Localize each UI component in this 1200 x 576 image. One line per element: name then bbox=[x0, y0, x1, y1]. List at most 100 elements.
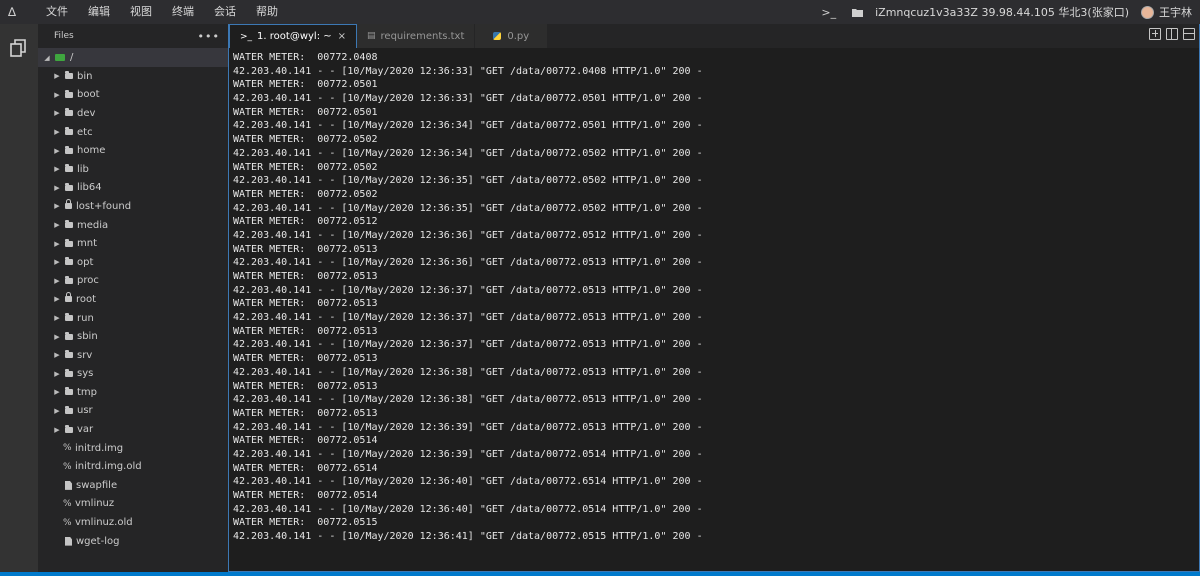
menu-session[interactable]: 会话 bbox=[204, 0, 246, 24]
terminal-line: WATER METER: 00772.0515 bbox=[233, 517, 378, 529]
terminal-line: 42.203.40.141 - - [10/May/2020 12:36:33]… bbox=[233, 65, 703, 77]
chevron-right-icon[interactable]: ▶ bbox=[52, 277, 62, 285]
menu-view[interactable]: 视图 bbox=[120, 0, 162, 24]
document-icon: ▤ bbox=[367, 31, 376, 41]
tree-item[interactable]: ▶ media bbox=[38, 216, 228, 235]
folder-icon bbox=[65, 238, 73, 247]
tree-item[interactable]: ▶ home bbox=[38, 141, 228, 160]
tree-item-label: dev bbox=[77, 107, 96, 119]
more-icon[interactable]: ••• bbox=[198, 30, 220, 43]
menu-help[interactable]: 帮助 bbox=[246, 0, 288, 24]
tree-root[interactable]: ◢ / bbox=[38, 48, 228, 67]
folder-icon bbox=[65, 313, 73, 322]
terminal-line: WATER METER: 00772.0502 bbox=[233, 188, 378, 200]
chevron-right-icon[interactable]: ▶ bbox=[52, 128, 62, 136]
tree-item[interactable]: ▶ opt bbox=[38, 253, 228, 272]
chevron-down-icon[interactable]: ◢ bbox=[42, 54, 52, 62]
tree-item[interactable]: ▶ tmp bbox=[38, 383, 228, 402]
chevron-right-icon[interactable]: ▶ bbox=[52, 165, 62, 173]
terminal-line: WATER METER: 00772.0514 bbox=[233, 490, 378, 501]
terminal-line: 42.203.40.141 - - [10/May/2020 12:36:38]… bbox=[233, 394, 703, 406]
tab-0-py[interactable]: 0.py bbox=[475, 24, 549, 48]
chevron-right-icon[interactable]: ▶ bbox=[52, 109, 62, 117]
menu-file[interactable]: 文件 bbox=[36, 0, 78, 24]
split-vertical-icon[interactable] bbox=[1183, 28, 1195, 40]
terminal-line: 42.203.40.141 - - [10/May/2020 12:36:34]… bbox=[233, 147, 703, 159]
python-icon bbox=[493, 32, 502, 40]
tree-item[interactable]: ▶ var bbox=[38, 420, 228, 439]
terminal-line: 42.203.40.141 - - [10/May/2020 12:36:36]… bbox=[233, 257, 703, 269]
link-icon: % bbox=[63, 443, 72, 454]
tree-item[interactable]: ▶ dev bbox=[38, 104, 228, 123]
tree-item[interactable]: ▶ sys bbox=[38, 365, 228, 384]
tree-item[interactable]: wget-log bbox=[38, 532, 228, 551]
tree-item[interactable]: ▶ root bbox=[38, 290, 228, 309]
tree-item[interactable]: swapfile bbox=[38, 476, 228, 495]
tree-item[interactable]: ▶ srv bbox=[38, 346, 228, 365]
chevron-right-icon[interactable]: ▶ bbox=[52, 258, 62, 266]
tree-item[interactable]: % initrd.img.old bbox=[38, 457, 228, 476]
close-icon[interactable]: × bbox=[338, 31, 346, 42]
tree-item[interactable]: ▶ run bbox=[38, 309, 228, 328]
user-name[interactable]: 王宇林 bbox=[1159, 4, 1192, 20]
tree-item[interactable]: ▶ boot bbox=[38, 86, 228, 105]
status-bar bbox=[0, 572, 1200, 576]
folder-icon bbox=[65, 164, 73, 173]
tree-item[interactable]: ▶ usr bbox=[38, 402, 228, 421]
chevron-right-icon[interactable]: ▶ bbox=[52, 184, 62, 192]
link-icon: % bbox=[63, 461, 72, 472]
tree-item[interactable]: ▶ lib bbox=[38, 160, 228, 179]
chevron-right-icon[interactable]: ▶ bbox=[52, 426, 62, 434]
terminal-line: WATER METER: 00772.0501 bbox=[233, 106, 378, 118]
terminal-output[interactable]: WATER METER: 00772.0408 42.203.40.141 - -… bbox=[233, 51, 1195, 571]
chevron-right-icon[interactable]: ▶ bbox=[52, 370, 62, 378]
chevron-right-icon[interactable]: ▶ bbox=[52, 333, 62, 341]
chevron-right-icon[interactable]: ▶ bbox=[52, 295, 62, 303]
tree-item-label: home bbox=[77, 145, 106, 157]
tree-item[interactable]: ▶ proc bbox=[38, 272, 228, 291]
tree-item-label: initrd.img bbox=[75, 442, 124, 454]
tree-item-label: root bbox=[76, 293, 97, 305]
app-logo-icon[interactable]: ∆ bbox=[0, 0, 24, 24]
chevron-right-icon[interactable]: ▶ bbox=[52, 407, 62, 415]
chevron-right-icon[interactable]: ▶ bbox=[52, 240, 62, 248]
tree-item[interactable]: % vmlinuz.old bbox=[38, 513, 228, 532]
menu-edit[interactable]: 编辑 bbox=[78, 0, 120, 24]
file-tree: ▶ bin ▶ boot ▶ dev ▶ etc ▶ home ▶ lib ▶ lib64 ▶ lost+fo… bbox=[38, 67, 228, 550]
menu-terminal[interactable]: 终端 bbox=[162, 0, 204, 24]
tab-requirements[interactable]: ▤ requirements.txt bbox=[357, 24, 476, 48]
menubar-right: >_ iZmnqcuz1v3a33Z 39.98.44.105 华北3(张家口)… bbox=[811, 0, 1200, 24]
tree-item[interactable]: ▶ bin bbox=[38, 67, 228, 86]
chevron-right-icon[interactable]: ▶ bbox=[52, 351, 62, 359]
new-terminal-icon[interactable] bbox=[1149, 28, 1161, 40]
tree-item[interactable]: ▶ lib64 bbox=[38, 179, 228, 198]
chevron-right-icon[interactable]: ▶ bbox=[52, 91, 62, 99]
chevron-right-icon[interactable]: ▶ bbox=[52, 221, 62, 229]
server-info[interactable]: iZmnqcuz1v3a33Z 39.98.44.105 华北3(张家口) bbox=[875, 4, 1129, 20]
tree-item-label: var bbox=[77, 424, 94, 436]
terminal-line: WATER METER: 00772.0513 bbox=[233, 407, 378, 419]
tab-terminal[interactable]: >_ 1. root@wyl: ~ × bbox=[229, 24, 358, 48]
terminal-line: 42.203.40.141 - - [10/May/2020 12:36:39]… bbox=[233, 421, 703, 433]
tree-item[interactable]: ▶ lost+found bbox=[38, 197, 228, 216]
folder-icon[interactable] bbox=[852, 8, 864, 17]
tree-item[interactable]: % vmlinuz bbox=[38, 495, 228, 514]
chevron-right-icon[interactable]: ▶ bbox=[52, 147, 62, 155]
chevron-right-icon[interactable]: ▶ bbox=[52, 388, 62, 396]
tree-item[interactable]: % initrd.img bbox=[38, 439, 228, 458]
tree-item[interactable]: ▶ etc bbox=[38, 123, 228, 142]
chevron-right-icon[interactable]: ▶ bbox=[52, 72, 62, 80]
explorer-icon[interactable] bbox=[9, 38, 29, 58]
terminal-icon[interactable]: >_ bbox=[821, 6, 836, 19]
terminal-line: WATER METER: 00772.0513 bbox=[233, 353, 378, 365]
avatar[interactable] bbox=[1141, 5, 1154, 19]
tree-item-label: vmlinuz bbox=[75, 498, 115, 510]
split-horizontal-icon[interactable] bbox=[1166, 28, 1178, 40]
terminal-line: WATER METER: 00772.0501 bbox=[233, 79, 378, 91]
chevron-right-icon[interactable]: ▶ bbox=[52, 202, 62, 210]
tree-item[interactable]: ▶ mnt bbox=[38, 234, 228, 253]
tree-item[interactable]: ▶ sbin bbox=[38, 327, 228, 346]
terminal-line: 42.203.40.141 - - [10/May/2020 12:36:40]… bbox=[233, 476, 703, 488]
tree-item-label: lib64 bbox=[77, 182, 102, 194]
chevron-right-icon[interactable]: ▶ bbox=[52, 314, 62, 322]
